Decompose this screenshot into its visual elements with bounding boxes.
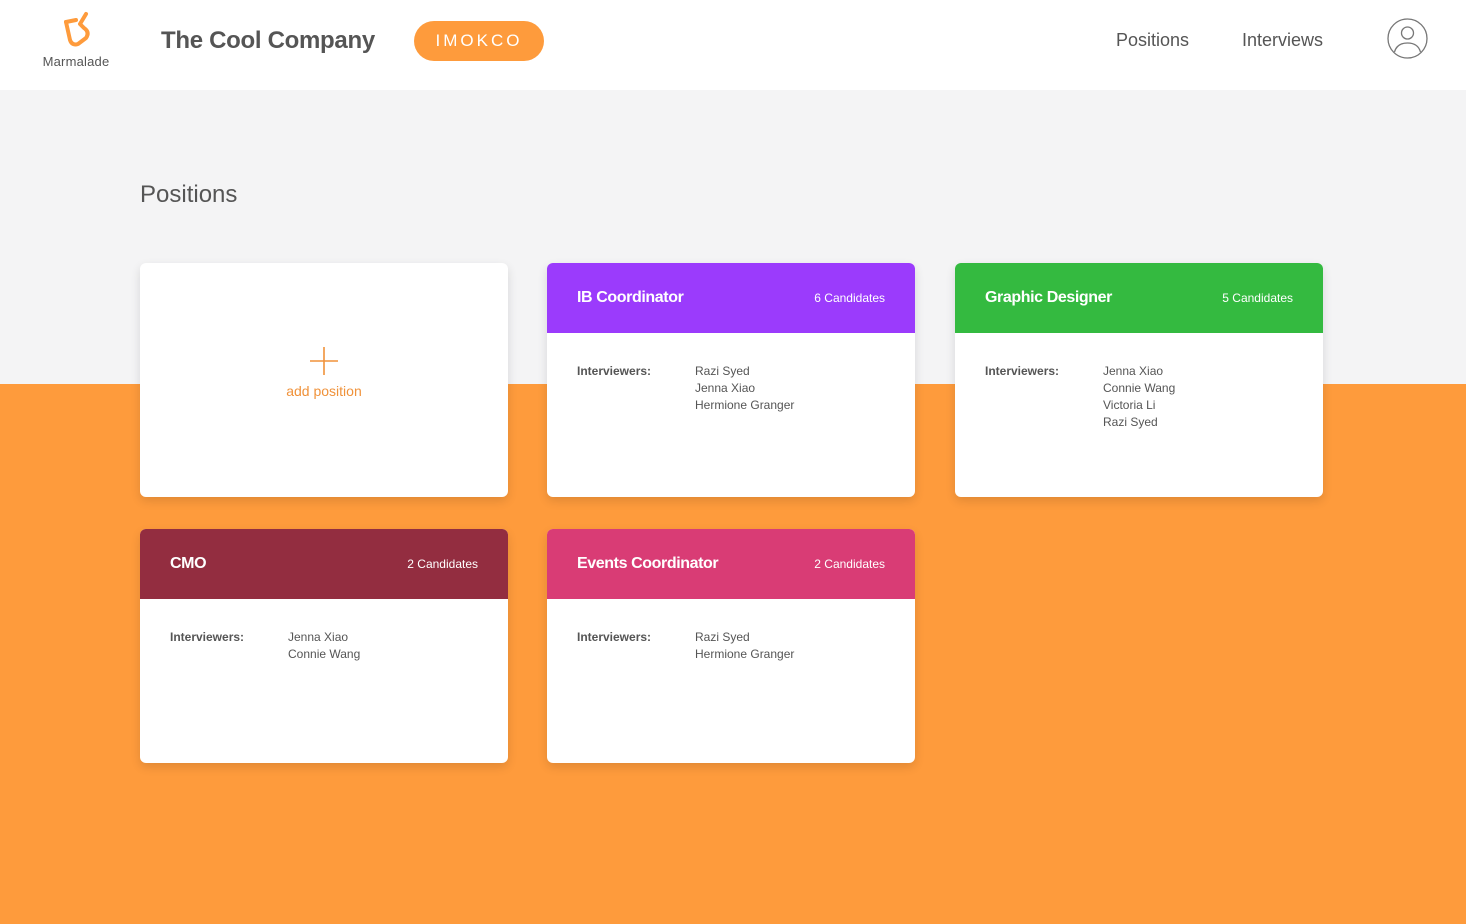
nav-interviews-link[interactable]: Interviews bbox=[1242, 30, 1323, 51]
interviewer-name: Connie Wang bbox=[1103, 381, 1176, 395]
interviewer-list: Razi Syed Jenna Xiao Hermione Granger bbox=[695, 363, 794, 414]
logo[interactable]: Marmalade bbox=[36, 10, 116, 72]
position-title: Events Coordinator bbox=[577, 555, 719, 572]
interviewer-list: Jenna Xiao Connie Wang bbox=[288, 629, 360, 663]
position-card[interactable]: Events Coordinator 2 Candidates Intervie… bbox=[547, 529, 915, 763]
interviewer-name: Jenna Xiao bbox=[1103, 364, 1164, 378]
candidate-count: 2 Candidates bbox=[814, 557, 885, 571]
top-bar: Marmalade The Cool Company IMOKCO Positi… bbox=[0, 0, 1466, 90]
position-title: IB Coordinator bbox=[577, 289, 684, 306]
position-card-header: CMO 2 Candidates bbox=[140, 529, 508, 599]
logo-text: Marmalade bbox=[42, 54, 110, 69]
interviewers-label: Interviewers: bbox=[985, 364, 1060, 378]
page-title: Positions bbox=[140, 181, 238, 208]
add-position-card[interactable]: add position bbox=[140, 263, 508, 497]
position-title: Graphic Designer bbox=[985, 289, 1112, 306]
interviewer-name: Razi Syed bbox=[695, 630, 750, 644]
user-circle-icon[interactable] bbox=[1387, 18, 1428, 59]
interviewer-list: Jenna Xiao Connie Wang Victoria Li Razi Sye… bbox=[1103, 363, 1175, 431]
interviewer-name: Jenna Xiao bbox=[695, 381, 756, 395]
company-name: The Cool Company bbox=[161, 27, 375, 54]
candidate-count: 2 Candidates bbox=[407, 557, 478, 571]
marmalade-logo-icon bbox=[64, 12, 90, 47]
position-card[interactable]: CMO 2 Candidates Interviewers: Jenna Xia… bbox=[140, 529, 508, 763]
interviewers-label: Interviewers: bbox=[577, 364, 652, 378]
interviewer-name: Jenna Xiao bbox=[288, 630, 349, 644]
interviewer-name: Razi Syed bbox=[1103, 415, 1158, 429]
interviewer-name: Hermione Granger bbox=[695, 647, 795, 661]
position-card[interactable]: IB Coordinator 6 Candidates Interviewers… bbox=[547, 263, 915, 497]
interviewer-list: Razi Syed Hermione Granger bbox=[695, 629, 794, 663]
plus-icon bbox=[310, 347, 338, 375]
position-card[interactable]: Graphic Designer 5 Candidates Interviewe… bbox=[955, 263, 1323, 497]
position-card-header: Events Coordinator 2 Candidates bbox=[547, 529, 915, 599]
interviewers-label: Interviewers: bbox=[170, 630, 245, 644]
company-badge[interactable]: IMOKCO bbox=[414, 21, 544, 61]
position-card-header: IB Coordinator 6 Candidates bbox=[547, 263, 915, 333]
interviewer-name: Victoria Li bbox=[1103, 398, 1156, 412]
interviewer-name: Connie Wang bbox=[288, 647, 361, 661]
position-title: CMO bbox=[170, 555, 207, 572]
interviewers-label: Interviewers: bbox=[577, 630, 652, 644]
candidate-count: 5 Candidates bbox=[1222, 291, 1293, 305]
nav-positions-link[interactable]: Positions bbox=[1116, 30, 1189, 51]
candidate-count: 6 Candidates bbox=[814, 291, 885, 305]
interviewer-name: Razi Syed bbox=[695, 364, 750, 378]
interviewer-name: Hermione Granger bbox=[695, 398, 795, 412]
position-card-header: Graphic Designer 5 Candidates bbox=[955, 263, 1323, 333]
add-position-label: add position bbox=[286, 383, 362, 399]
